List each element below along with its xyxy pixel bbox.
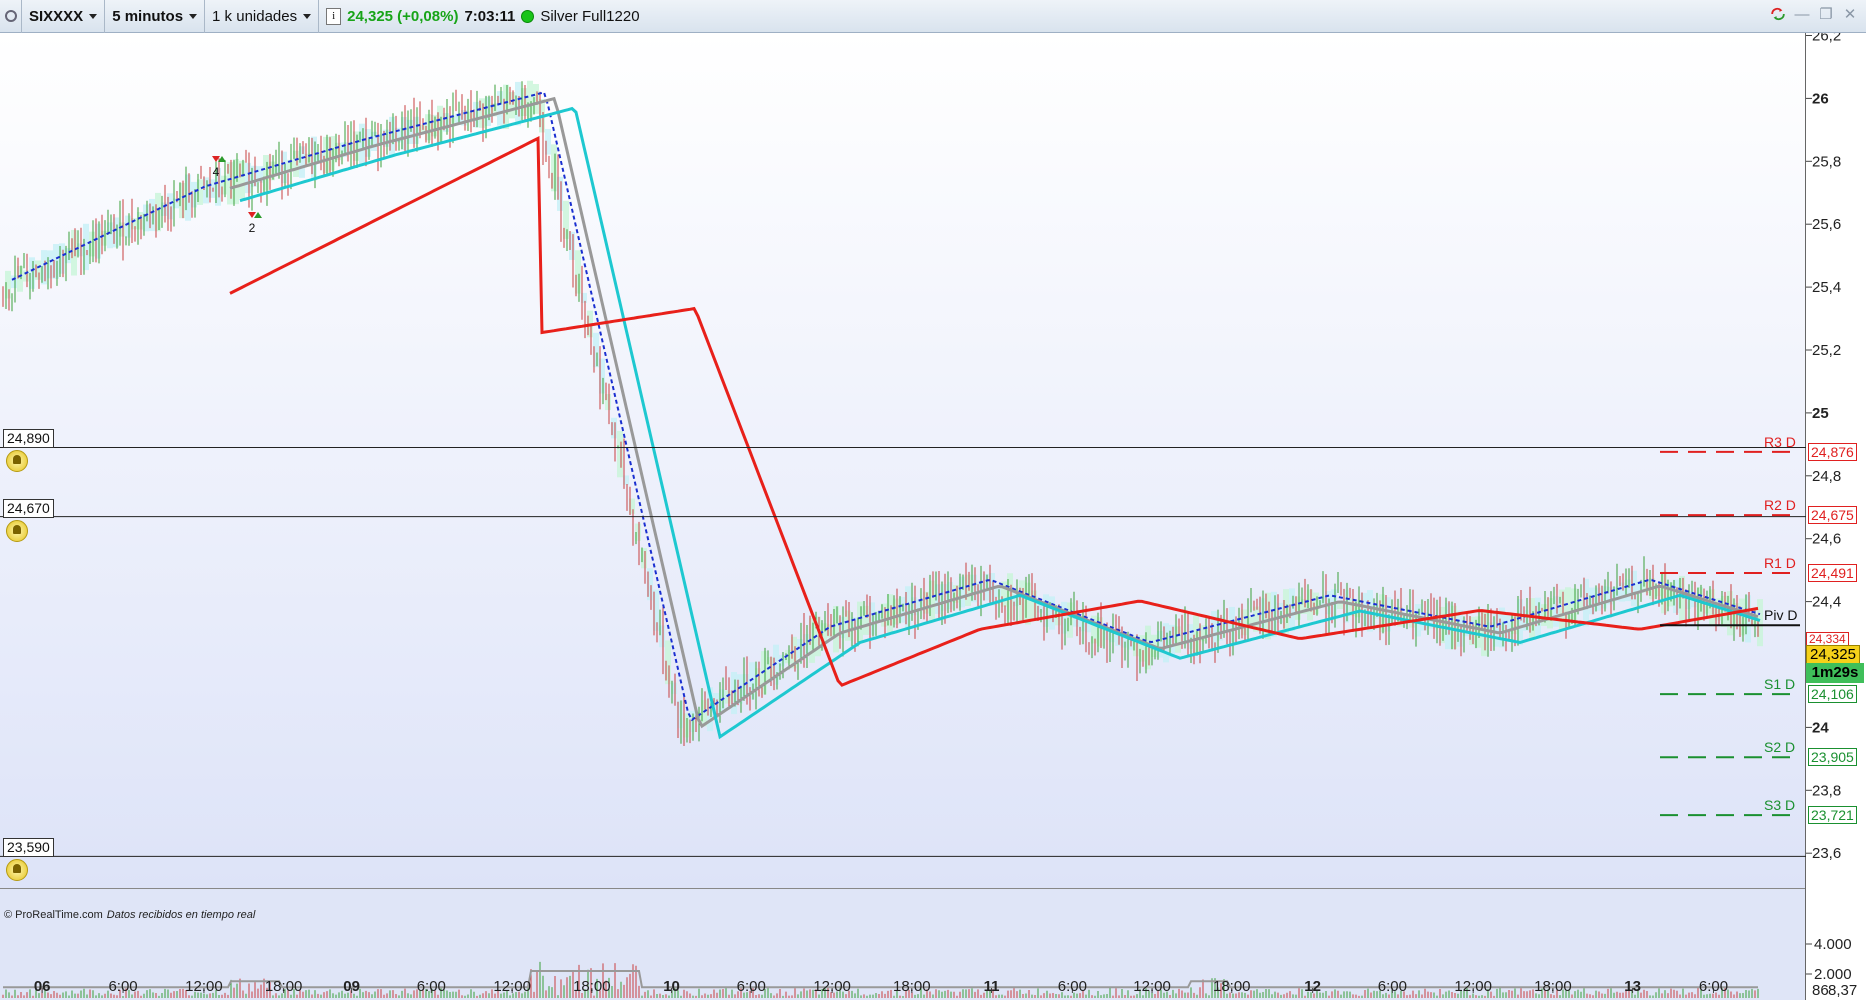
time-tick-label: 11 — [984, 978, 1000, 995]
time-tick-label: 06 — [34, 978, 51, 995]
timeframe-label: 5 minutos — [112, 7, 184, 25]
time-tick-label: 12:00 — [493, 978, 531, 995]
pivot-name-label: R3 D — [1764, 433, 1796, 450]
volume-tick-label: 4.000 — [1814, 936, 1852, 953]
pivot-price-tag: 24,491 — [1808, 563, 1857, 582]
cloud-segment — [11, 275, 17, 289]
price-tick-label: 24 — [1812, 719, 1829, 736]
volume-axis: 4.000 2.00086 8,37 — [1806, 936, 1857, 999]
price-tick-label: 25 — [1812, 405, 1829, 422]
price-tick-label: 24,6 — [1812, 531, 1841, 548]
alert-level-label[interactable]: 23,590 — [3, 838, 54, 858]
volume-tick-label: 2.000 — [1814, 966, 1852, 983]
time-tick-label: 12:00 — [1133, 978, 1171, 995]
pivot-name-label: S3 D — [1764, 797, 1796, 814]
minimize-icon[interactable]: — — [1794, 6, 1810, 23]
price-tick-label: 26,2 — [1812, 33, 1841, 45]
time-tick-label: 18:00 — [573, 978, 611, 995]
price-tick-label: 25,8 — [1812, 153, 1841, 170]
drag-handle-icon[interactable] — [0, 0, 22, 33]
pivot-price-tag: 24,876 — [1808, 442, 1857, 461]
cloud-segment — [245, 162, 251, 194]
order-marker-count: 4 — [213, 165, 220, 179]
price-tick-label: 25,4 — [1812, 279, 1841, 296]
price-tick-label: 24,4 — [1812, 594, 1841, 611]
pivot-name-label: Piv D — [1764, 607, 1798, 624]
time-tick-label: 18:00 — [893, 978, 931, 995]
pivot-name-label: S1 D — [1764, 676, 1796, 693]
price-tick-label: 25,6 — [1812, 216, 1841, 233]
restore-icon[interactable]: ❐ — [1818, 6, 1834, 23]
alert-bell-icon[interactable] — [6, 519, 28, 542]
time-tick-label: 6:00 — [1378, 978, 1407, 995]
alert-level-label[interactable]: 24,670 — [3, 498, 54, 518]
time-tick-label: 6:00 — [1058, 978, 1087, 995]
time-tick-label: 13 — [1624, 978, 1641, 995]
pivot-name-label: S2 D — [1764, 739, 1796, 756]
cloud-segment — [1049, 596, 1055, 630]
instrument-info: i 24,325 (+0,08%) 7:03:11 Silver Full122… — [319, 0, 646, 33]
pivot-price-tag: 23,721 — [1808, 806, 1857, 825]
last-price: 24,325 (+0,08%) — [347, 7, 459, 25]
time-tick-label: 12:00 — [185, 978, 223, 995]
credit-site: © ProRealTime.com — [4, 909, 103, 921]
cloud-segment — [725, 690, 731, 704]
cloud-segment — [1559, 589, 1565, 630]
time-tick-label: 6:00 — [737, 978, 766, 995]
info-icon[interactable]: i — [326, 7, 342, 25]
close-icon[interactable]: ✕ — [1842, 6, 1858, 23]
price-tick-label: 23,8 — [1812, 782, 1841, 799]
cloud-segment — [617, 430, 623, 478]
pivot-name-label: R2 D — [1764, 497, 1796, 514]
chevron-down-icon — [189, 13, 198, 19]
price-chart[interactable]: 26,22625,825,625,425,22524,824,624,424,2… — [0, 28, 1866, 1000]
sync-icon[interactable] — [1770, 6, 1786, 22]
price-tick-label: 25,2 — [1812, 342, 1841, 359]
order-marker-count: 2 — [249, 221, 256, 235]
units-selector[interactable]: 1 k unidades — [205, 0, 320, 33]
units-label: 1 k unidades — [212, 7, 298, 25]
time-tick-label: 18:00 — [1534, 978, 1572, 995]
cloud-segment — [125, 215, 131, 238]
symbol-selector[interactable]: SIXXXX — [22, 0, 106, 33]
pivot-price-tag: 24,106 — [1808, 685, 1857, 704]
time-tick-label: 6:00 — [1699, 978, 1728, 995]
bar-countdown: 1m29s — [1806, 663, 1864, 683]
cloud-segment — [359, 123, 365, 166]
chevron-down-icon — [89, 13, 98, 19]
time-tick-label: 12:00 — [813, 978, 851, 995]
volume-secondary-tag: 8,37 — [1828, 982, 1857, 999]
alert-level-label[interactable]: 24,890 — [3, 429, 54, 449]
pivot-price-tag: 23,905 — [1808, 748, 1857, 767]
pivot-price-tag: 24,675 — [1808, 506, 1857, 525]
account-name: Silver Full1220 — [540, 7, 640, 25]
price-tick-label: 26 — [1812, 90, 1829, 107]
price-tick-label: 23,6 — [1812, 845, 1841, 862]
data-credit: © ProRealTime.com Datos recibidos en tiem… — [4, 909, 255, 921]
price-tick-label: 24,8 — [1812, 468, 1841, 485]
credit-note: Datos recibidos en tiempo real — [106, 909, 256, 921]
timeframe-selector[interactable]: 5 minutos — [105, 0, 206, 33]
cloud-segment — [1541, 604, 1547, 626]
cloud-segment — [1421, 612, 1427, 631]
volume-current-tag: 86 — [1812, 982, 1829, 999]
chart-area[interactable]: 26,22625,825,625,425,22524,824,624,424,2… — [0, 28, 1866, 1000]
window-controls: — ❐ ✕ — [1770, 6, 1858, 23]
chart-toolbar: SIXXXX 5 minutos 1 k unidades i 24,325 (… — [0, 0, 1866, 33]
chevron-down-icon — [303, 13, 312, 19]
time-tick-label: 6:00 — [417, 978, 446, 995]
price-panel-background — [0, 33, 1806, 888]
symbol-label: SIXXXX — [29, 7, 84, 25]
connection-status-icon — [521, 9, 535, 23]
current-price-tag: 24,325 — [1806, 645, 1860, 665]
time-tick-label: 18:00 — [1213, 978, 1251, 995]
time-tick-label: 18:00 — [265, 978, 303, 995]
time-tick-label: 09 — [343, 978, 360, 995]
time-tick-label: 10 — [663, 978, 680, 995]
time-tick-label: 12 — [1304, 978, 1321, 995]
pivot-name-label: R1 D — [1764, 554, 1796, 571]
time-tick-label: 6:00 — [108, 978, 137, 995]
clock-time: 7:03:11 — [464, 7, 516, 25]
time-tick-label: 12:00 — [1454, 978, 1492, 995]
